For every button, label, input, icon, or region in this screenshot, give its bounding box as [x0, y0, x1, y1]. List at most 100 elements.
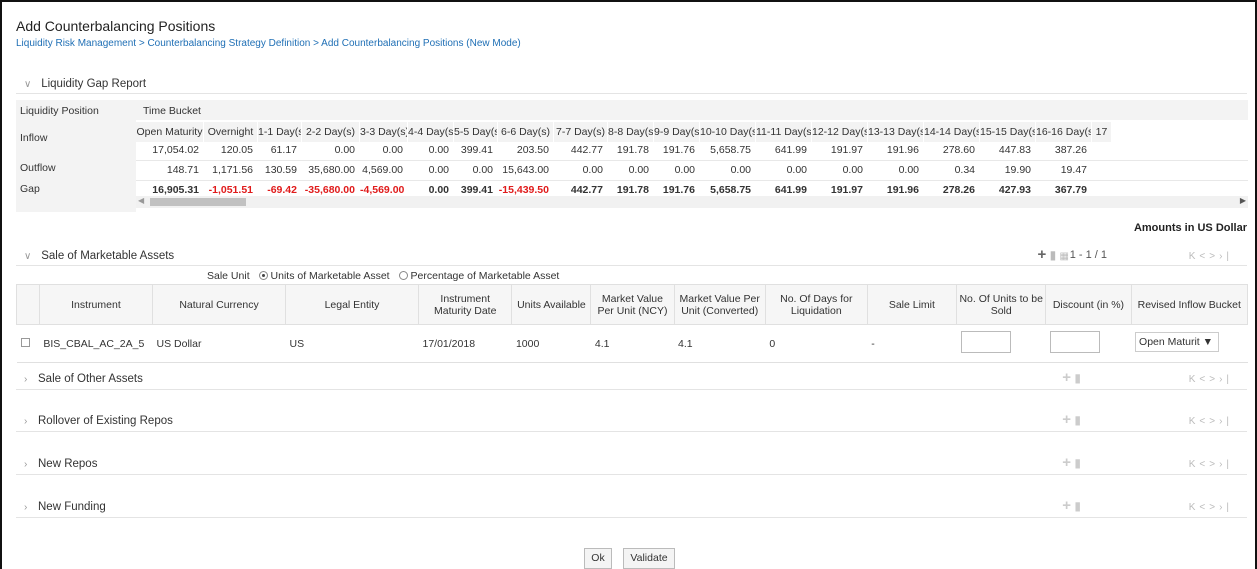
row-checkbox[interactable] — [20, 337, 30, 347]
time-bucket-column-header: 4-4 Day(s) — [408, 122, 454, 142]
trash-icon[interactable]: ▮ — [1074, 413, 1081, 427]
column-header[interactable]: Natural Currency — [152, 284, 287, 325]
gap-cell-inflow: 5,658.75 — [710, 144, 751, 156]
gap-report-header[interactable]: ∨ Liquidity Gap Report — [24, 78, 146, 90]
gap-cell-inflow: 387.26 — [1054, 144, 1087, 156]
plus-icon[interactable]: + — [1062, 411, 1071, 428]
first-page-icon[interactable]: K — [1189, 502, 1200, 513]
section-toolbar: + ▮ — [1062, 369, 1081, 386]
scrollbar-thumb[interactable] — [150, 198, 246, 206]
column-header[interactable]: No. Of Units to be Sold — [956, 284, 1047, 325]
prev-page-icon[interactable]: < — [1199, 459, 1209, 470]
gap-cell-outflow: 148.71 — [166, 164, 199, 176]
column-header[interactable]: Legal Entity — [285, 284, 419, 325]
plus-icon[interactable]: + — [1037, 246, 1046, 263]
collapsed-section-header[interactable]: › New Repos — [24, 458, 97, 470]
first-page-icon[interactable]: K — [1189, 251, 1200, 262]
time-bucket-column-header: 2-2 Day(s) — [302, 122, 360, 142]
trash-icon[interactable]: ▮ — [1050, 248, 1057, 262]
time-bucket-column-header: 13-13 Day(s) — [868, 122, 924, 142]
horizontal-scrollbar[interactable]: ◀ ▶ — [136, 196, 1248, 208]
next-page-icon[interactable]: > — [1209, 374, 1219, 385]
pager: K<>›| — [1189, 251, 1233, 262]
radio-percentage[interactable] — [398, 271, 408, 280]
last-page-icon[interactable]: ›| — [1219, 416, 1233, 427]
marketable-assets-header[interactable]: ∨ Sale of Marketable Assets — [24, 250, 174, 262]
gap-cell-outflow: 19.47 — [1060, 164, 1087, 176]
first-page-icon[interactable]: K — [1189, 416, 1200, 427]
chevron-right-icon: › — [24, 459, 28, 470]
table-row[interactable]: BIS_CBAL_AC_2A_5 US Dollar US 17/01/2018… — [16, 324, 1248, 363]
chevron-right-icon: › — [24, 416, 28, 427]
time-bucket-column-header: 15-15 Day(s) — [980, 122, 1036, 142]
first-page-icon[interactable]: K — [1189, 459, 1200, 470]
last-page-icon[interactable]: ›| — [1219, 251, 1233, 262]
radio-units[interactable] — [258, 271, 268, 280]
revised-bucket-select[interactable]: Open Maturit ▼ — [1135, 332, 1220, 352]
first-page-icon[interactable]: K — [1189, 374, 1200, 385]
row-label-inflow: Inflow — [20, 132, 48, 144]
page-info: 1 - 1 / 1 — [1069, 249, 1107, 261]
grid-icon[interactable]: ▦ — [1060, 251, 1069, 262]
last-page-icon[interactable]: ›| — [1219, 374, 1233, 385]
prev-page-icon[interactable]: < — [1199, 251, 1209, 262]
column-header[interactable]: Market Value Per Unit (Converted) — [673, 284, 766, 325]
row-divider — [136, 160, 1248, 161]
units-to-sell-input[interactable] — [960, 331, 1011, 353]
column-header[interactable]: Instrument — [38, 284, 154, 325]
plus-icon[interactable]: + — [1062, 497, 1071, 514]
divider — [16, 431, 1247, 432]
column-header[interactable]: Units Available — [511, 284, 592, 325]
breadcrumb[interactable]: Liquidity Risk Management > Counterbalan… — [16, 38, 521, 49]
radio-units-label[interactable]: Units of Marketable Asset — [271, 270, 390, 282]
scroll-right-icon[interactable]: ▶ — [1240, 196, 1246, 205]
column-header[interactable]: Discount (in %) — [1045, 284, 1132, 325]
trash-icon[interactable]: ▮ — [1074, 499, 1081, 513]
next-page-icon[interactable]: > — [1209, 416, 1219, 427]
column-header[interactable]: Sale Limit — [866, 284, 958, 325]
divider — [16, 265, 1247, 266]
chevron-down-icon: ∨ — [24, 251, 32, 262]
section-title: Sale of Other Assets — [38, 373, 143, 385]
gap-cell-inflow: 120.05 — [220, 144, 253, 156]
revised-bucket-cell: Open Maturit ▼ — [1131, 324, 1248, 363]
discount-input[interactable] — [1049, 331, 1100, 353]
scroll-left-icon[interactable]: ◀ — [138, 196, 144, 205]
next-page-icon[interactable]: > — [1209, 459, 1219, 470]
prev-page-icon[interactable]: < — [1199, 374, 1209, 385]
mv-ncy-cell: 4.1 — [590, 324, 674, 363]
marketable-assets-table: Instrument Natural Currency Legal Entity… — [16, 284, 1249, 363]
plus-icon[interactable]: + — [1062, 454, 1071, 471]
trash-icon[interactable]: ▮ — [1074, 456, 1081, 470]
column-header[interactable]: No. Of Days for Liquidation — [764, 284, 868, 325]
ok-button[interactable]: Ok — [584, 548, 612, 569]
sale-unit-group: Sale Unit Units of Marketable Asset Perc… — [207, 270, 559, 282]
column-header[interactable]: Market Value Per Unit (NCY) — [590, 284, 675, 325]
plus-icon[interactable]: + — [1062, 369, 1071, 386]
collapsed-section-header[interactable]: › Sale of Other Assets — [24, 373, 143, 385]
section-title: New Funding — [38, 501, 106, 513]
next-page-icon[interactable]: > — [1209, 251, 1219, 262]
next-page-icon[interactable]: > — [1209, 502, 1219, 513]
collapsed-section-header[interactable]: › Rollover of Existing Repos — [24, 415, 173, 427]
gap-cell-outflow: 35,680.00 — [308, 164, 355, 176]
section-toolbar: + ▮ — [1062, 454, 1081, 471]
gap-cell-outflow: 0.00 — [674, 164, 695, 176]
last-page-icon[interactable]: ›| — [1219, 459, 1233, 470]
prev-page-icon[interactable]: < — [1199, 502, 1209, 513]
last-page-icon[interactable]: ›| — [1219, 502, 1233, 513]
radio-percentage-label[interactable]: Percentage of Marketable Asset — [411, 270, 560, 282]
column-header[interactable]: Instrument Maturity Date — [417, 284, 513, 325]
validate-button[interactable]: Validate — [623, 548, 675, 569]
prev-page-icon[interactable]: < — [1199, 416, 1209, 427]
select-column-header — [16, 284, 40, 325]
table-header-row: Instrument Natural Currency Legal Entity… — [16, 284, 1249, 325]
gap-cell-outflow: 1,171.56 — [212, 164, 253, 176]
column-header[interactable]: Revised Inflow Bucket — [1130, 284, 1249, 325]
time-bucket-column-header: 12-12 Day(s) — [812, 122, 868, 142]
time-bucket-column-header: 3-3 Day(s) — [360, 122, 408, 142]
trash-icon[interactable]: ▮ — [1074, 371, 1081, 385]
time-bucket-column-header: 7-7 Day(s) — [554, 122, 608, 142]
time-bucket-column-header: 10-10 Day(s) — [700, 122, 756, 142]
collapsed-section-header[interactable]: › New Funding — [24, 501, 106, 513]
